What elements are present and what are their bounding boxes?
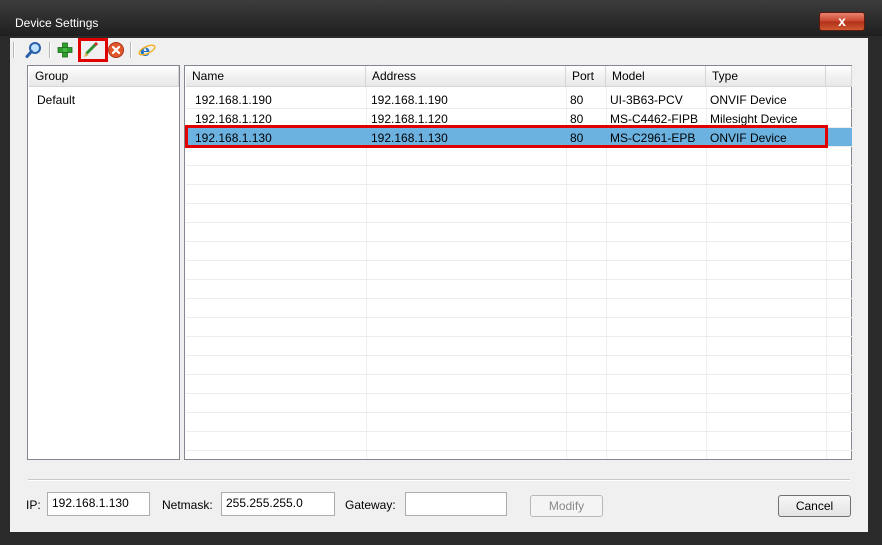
column-header-type[interactable]: Type <box>706 66 826 87</box>
empty-table-row <box>186 147 852 166</box>
empty-table-row <box>186 394 852 413</box>
empty-table-row <box>186 356 852 375</box>
footer-separator <box>28 479 850 481</box>
cell-address: 192.168.1.190 <box>371 93 448 107</box>
selected-row-highlight <box>185 125 828 148</box>
toolbar: e <box>10 38 868 62</box>
cell-name: 192.168.1.120 <box>195 112 272 126</box>
empty-table-row <box>186 280 852 299</box>
modify-button[interactable]: Modify <box>530 495 603 517</box>
search-icon[interactable] <box>25 41 43 59</box>
window-title: Device Settings <box>15 16 99 30</box>
toolbar-separator <box>49 42 51 58</box>
column-header-address[interactable]: Address <box>366 66 566 87</box>
gateway-label: Gateway: <box>345 498 396 512</box>
group-panel: Group Default <box>27 65 180 460</box>
netmask-field[interactable]: 255.255.255.0 <box>221 492 335 516</box>
empty-table-row <box>186 261 852 280</box>
empty-table-row <box>186 337 852 356</box>
column-header-filler <box>826 66 852 87</box>
close-button[interactable]: x <box>819 12 865 31</box>
empty-table-row <box>186 375 852 394</box>
cell-name: 192.168.1.190 <box>195 93 272 107</box>
group-column-header[interactable]: Group <box>29 66 179 87</box>
group-item-default[interactable]: Default <box>37 93 75 107</box>
empty-table-row <box>186 166 852 185</box>
cell-type: ONVIF Device <box>710 93 787 107</box>
ip-field[interactable]: 192.168.1.130 <box>47 492 150 516</box>
ip-label: IP: <box>26 498 41 512</box>
empty-table-row <box>186 318 852 337</box>
empty-table-row <box>186 242 852 261</box>
cell-model: UI-3B63-PCV <box>610 93 683 107</box>
empty-table-row <box>186 432 852 451</box>
table-row[interactable]: 192.168.1.190 192.168.1.190 80 UI-3B63-P… <box>186 90 852 109</box>
column-header-port[interactable]: Port <box>566 66 606 87</box>
delete-icon[interactable] <box>107 41 125 59</box>
cell-model: MS-C4462-FIPB <box>610 112 699 126</box>
empty-table-row <box>186 299 852 318</box>
cancel-button[interactable]: Cancel <box>778 495 851 517</box>
empty-table-row <box>186 223 852 242</box>
netmask-label: Netmask: <box>162 498 213 512</box>
close-icon: x <box>838 13 846 29</box>
column-header-model[interactable]: Model <box>606 66 706 87</box>
empty-table-row <box>186 413 852 432</box>
cell-type: Milesight Device <box>710 112 798 126</box>
toolbar-separator <box>130 42 132 58</box>
cell-address: 192.168.1.120 <box>371 112 448 126</box>
device-settings-window: Device Settings x e Group Default Name A… <box>0 0 882 545</box>
empty-table-row <box>186 185 852 204</box>
gateway-field[interactable] <box>405 492 507 516</box>
edit-button-highlight <box>78 38 108 62</box>
toolbar-grip <box>13 42 15 58</box>
cell-port: 80 <box>570 93 584 107</box>
cell-port: 80 <box>570 112 584 126</box>
column-header-name[interactable]: Name <box>186 66 366 87</box>
add-icon[interactable] <box>56 41 74 59</box>
empty-table-row <box>186 204 852 223</box>
title-bar[interactable]: Device Settings x <box>0 0 882 36</box>
browser-icon[interactable]: e <box>138 41 156 59</box>
